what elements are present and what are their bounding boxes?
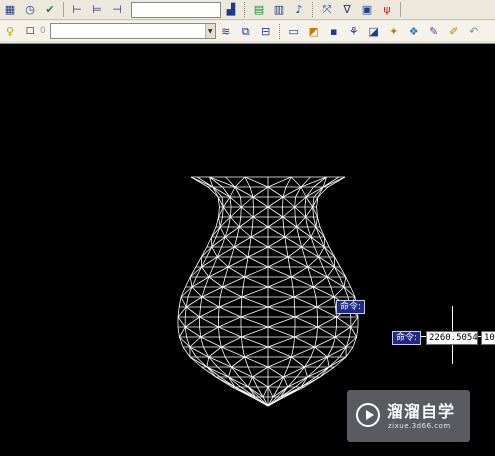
list-icon[interactable]: ▣ bbox=[359, 2, 375, 18]
layer-stack-icon[interactable]: ≋ bbox=[218, 23, 234, 39]
style-combo[interactable] bbox=[131, 1, 221, 18]
3d-orbit-icon[interactable]: ❖ bbox=[406, 23, 422, 39]
command-input-distance[interactable]: 2260.5054 bbox=[426, 331, 478, 345]
toolbar-row-standard: ▦ ◷ ✔ ⊢ ⊨ ⊣ ▟ ▤ ▥ ♪ ⤧ ∇ ▣ ψ bbox=[0, 0, 495, 20]
layer-lock-icon[interactable]: ⊟ bbox=[258, 23, 274, 39]
cursor-icon[interactable]: ⤧ bbox=[319, 2, 335, 18]
undo-icon[interactable]: ↶ bbox=[466, 23, 482, 39]
paste-icon[interactable]: ♪ bbox=[291, 2, 307, 18]
layer-combo[interactable]: ▼ bbox=[49, 23, 216, 39]
pin-icon[interactable]: ψ bbox=[379, 2, 395, 18]
layer-bulb-icon[interactable]: ♀ bbox=[2, 23, 18, 39]
chevron-down-icon[interactable]: ▼ bbox=[204, 24, 215, 38]
toolbar-grip[interactable] bbox=[278, 23, 282, 39]
toolbar-area: ▦ ◷ ✔ ⊢ ⊨ ⊣ ▟ ▤ ▥ ♪ ⤧ ∇ ▣ ψ ♀ □ 0 ▼ ≋ ⧉ … bbox=[0, 0, 495, 44]
grid-icon[interactable]: ▦ bbox=[2, 2, 18, 18]
separator bbox=[63, 2, 64, 17]
compass-icon[interactable]: ∇ bbox=[339, 2, 355, 18]
command-tip-label: 命令: bbox=[392, 331, 422, 345]
command-input-next[interactable]: 10 bbox=[481, 331, 495, 345]
watermark: 溜溜自学 zixue.3d66.com bbox=[347, 390, 470, 442]
pencil-icon[interactable]: ✎ bbox=[426, 23, 442, 39]
layer-check-icon[interactable]: ✔ bbox=[42, 2, 58, 18]
brush-icon[interactable]: ✐ bbox=[446, 23, 462, 39]
open-icon[interactable]: ◩ bbox=[306, 23, 322, 39]
measure-box-icon[interactable]: ⊣ bbox=[109, 2, 125, 18]
zoom-icon[interactable]: ✦ bbox=[386, 23, 402, 39]
toolbar-grip[interactable] bbox=[244, 2, 247, 17]
toolbar-grip[interactable] bbox=[312, 2, 315, 17]
watermark-subtitle: zixue.3d66.com bbox=[388, 422, 451, 430]
command-tip-object: 命令: bbox=[336, 300, 366, 314]
save-icon[interactable]: ▪ bbox=[326, 23, 342, 39]
layer-square-icon[interactable]: □ bbox=[22, 23, 38, 39]
layer-state: 0 bbox=[40, 26, 46, 36]
play-logo-icon bbox=[356, 403, 380, 427]
preview-icon[interactable]: ◪ bbox=[366, 23, 382, 39]
clock-icon[interactable]: ◷ bbox=[22, 2, 38, 18]
table-edit-icon[interactable]: ▤ bbox=[251, 2, 267, 18]
plot-icon[interactable]: ▟ bbox=[223, 2, 239, 18]
notes-icon[interactable]: ▥ bbox=[271, 2, 287, 18]
separator bbox=[400, 2, 401, 17]
publish-icon[interactable]: ⚘ bbox=[346, 23, 362, 39]
layer-move-icon[interactable]: ⧉ bbox=[238, 23, 254, 39]
new-sheet-icon[interactable]: ▭ bbox=[286, 23, 302, 39]
toolbar-row-layers: ♀ □ 0 ▼ ≋ ⧉ ⊟ ▭ ◩ ▪ ⚘ ◪ ✦ ❖ ✎ ✐ ↶ bbox=[0, 21, 495, 41]
watermark-title: 溜溜自学 bbox=[387, 402, 456, 421]
measure-horizontal-icon[interactable]: ⊢ bbox=[69, 2, 85, 18]
measure-aligned-icon[interactable]: ⊨ bbox=[89, 2, 105, 18]
